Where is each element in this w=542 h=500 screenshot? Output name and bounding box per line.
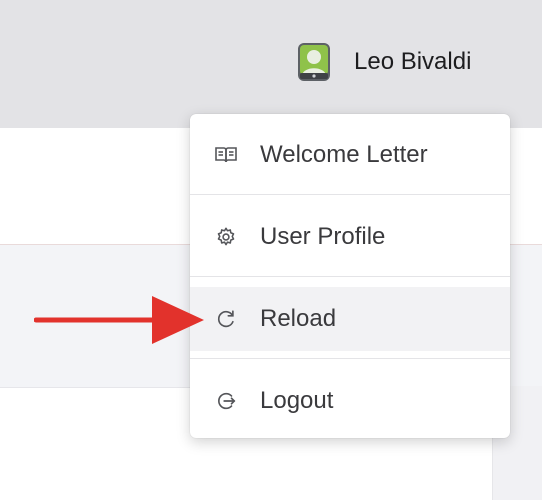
book-icon bbox=[214, 143, 238, 167]
menu-divider bbox=[190, 358, 510, 359]
menu-item-welcome-letter[interactable]: Welcome Letter bbox=[190, 123, 510, 187]
menu-item-label: Logout bbox=[260, 387, 334, 414]
annotation-arrow bbox=[33, 290, 204, 350]
user-avatar-icon bbox=[296, 42, 332, 82]
menu-item-label: Reload bbox=[260, 305, 337, 332]
user-menu-trigger[interactable]: Leo Bivaldi bbox=[296, 42, 471, 82]
menu-item-user-profile[interactable]: User Profile bbox=[190, 205, 510, 269]
menu-divider bbox=[190, 194, 510, 195]
menu-item-label: Welcome Letter bbox=[260, 141, 428, 168]
logout-icon bbox=[214, 389, 238, 413]
menu-item-logout[interactable]: Logout bbox=[190, 369, 510, 433]
user-name: Leo Bivaldi bbox=[354, 48, 472, 75]
menu-item-reload[interactable]: Reload bbox=[190, 287, 510, 351]
menu-item-label: User Profile bbox=[260, 223, 386, 250]
reload-icon bbox=[214, 307, 238, 331]
menu-divider bbox=[190, 276, 510, 277]
user-dropdown-menu: Welcome Letter User Profile Reload Logou… bbox=[190, 114, 510, 438]
gear-icon bbox=[214, 225, 238, 249]
